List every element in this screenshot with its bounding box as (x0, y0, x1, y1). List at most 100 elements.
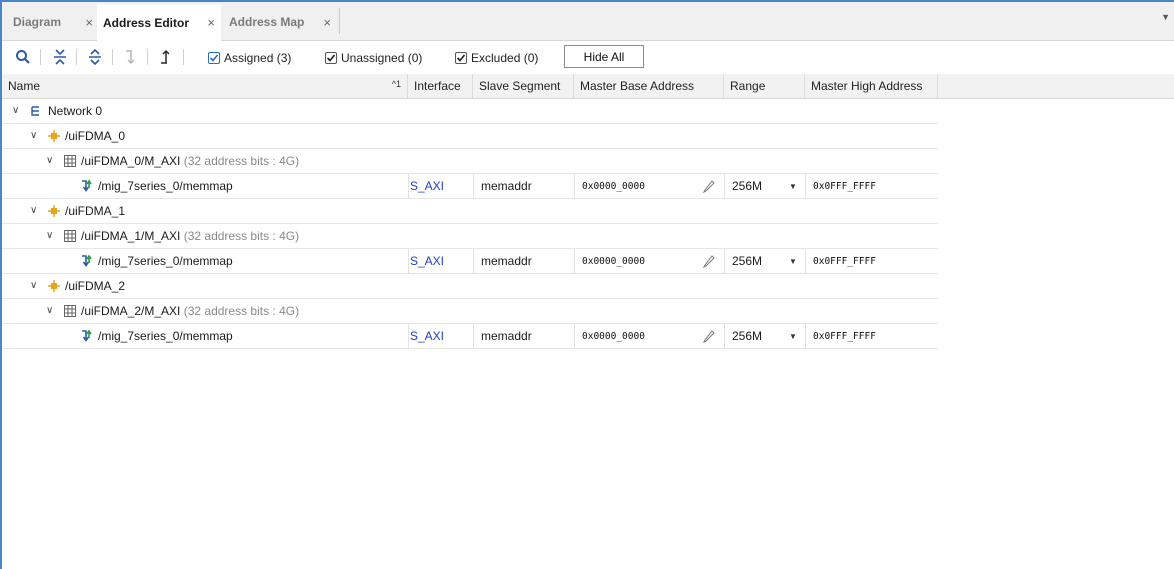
range-value[interactable]: 256M (732, 174, 762, 198)
chevron-down-icon[interactable]: ∨ (46, 305, 53, 316)
segment-icon (82, 254, 92, 267)
range-dropdown-icon[interactable]: ▼ (789, 174, 797, 198)
column-range[interactable]: Range (724, 74, 805, 98)
filter-excluded[interactable]: Excluded (0) (455, 50, 538, 66)
filter-unassigned[interactable]: Unassigned (0) (325, 50, 422, 66)
address-space-name: /uiFDMA_1/M_AXI (81, 229, 181, 243)
range-value[interactable]: 256M (732, 324, 762, 348)
master-base-address[interactable]: 0x0000_0000 (582, 174, 645, 198)
ip-block-icon (48, 130, 60, 142)
tree-row-master[interactable]: ∨ /uiFDMA_2 (2, 274, 938, 299)
address-editor-window: Diagram × Address Editor × Address Map ×… (0, 0, 1174, 569)
address-space-label: /uiFDMA_1/M_AXI (32 address bits : 4G) (81, 224, 299, 248)
checkbox-checked-icon[interactable] (208, 52, 220, 64)
move-down-button[interactable] (120, 47, 140, 67)
filter-assigned-label: Assigned (3) (224, 51, 292, 65)
toolbar-separator (183, 49, 184, 65)
column-master-base-address[interactable]: Master Base Address (574, 74, 724, 98)
chevron-down-icon[interactable]: ∨ (12, 105, 19, 116)
master-name: /uiFDMA_2 (65, 279, 126, 293)
chevron-down-icon[interactable]: ∨ (46, 155, 53, 166)
interface-link[interactable]: S_AXI (410, 324, 444, 348)
address-space-name: /uiFDMA_0/M_AXI (81, 154, 181, 168)
tree-row-network[interactable]: ∨ Network 0 (2, 99, 938, 124)
filter-unassigned-label: Unassigned (0) (341, 51, 423, 65)
column-slave-segment[interactable]: Slave Segment (473, 74, 574, 98)
segment-name: /mig_7series_0/memmap (98, 329, 233, 343)
column-divider (408, 324, 409, 348)
column-slave-segment-label: Slave Segment (479, 79, 561, 93)
column-divider (574, 174, 575, 198)
column-name[interactable]: Name ^1 (2, 74, 408, 98)
interface-link[interactable]: S_AXI (410, 249, 444, 273)
master-high-address: 0x0FFF_FFFF (813, 255, 876, 267)
toolbar-separator (112, 49, 113, 65)
column-interface[interactable]: Interface (408, 74, 473, 98)
segment-name: /mig_7series_0/memmap (98, 254, 233, 268)
checkbox-checked-icon[interactable] (325, 52, 337, 64)
tree-row-segment[interactable]: /mig_7series_0/memmap S_AXI memaddr 0x00… (2, 249, 938, 274)
range-dropdown-icon[interactable]: ▼ (789, 249, 797, 273)
address-space-info: (32 address bits : 4G) (183, 304, 300, 318)
chevron-down-icon[interactable]: ∨ (30, 130, 37, 141)
chevron-down-icon[interactable]: ∨ (30, 280, 37, 291)
collapse-all-icon (54, 49, 66, 65)
range-value[interactable]: 256M (732, 249, 762, 273)
tree-row-address-space[interactable]: ∨ /uiFDMA_0/M_AXI (32 address bits : 4G) (2, 149, 938, 174)
collapse-all-button[interactable] (50, 47, 70, 67)
tab-diagram[interactable]: Diagram × (7, 4, 99, 40)
tree-row-address-space[interactable]: ∨ /uiFDMA_2/M_AXI (32 address bits : 4G) (2, 299, 938, 324)
tab-menu-icon[interactable]: ▼ (1161, 12, 1170, 22)
chevron-down-icon[interactable]: ∨ (46, 230, 53, 241)
tab-address-map[interactable]: Address Map × (223, 4, 337, 40)
expand-all-button[interactable] (85, 47, 105, 67)
tree-row-master[interactable]: ∨ /uiFDMA_0 (2, 124, 938, 149)
pencil-icon[interactable] (702, 329, 716, 343)
column-divider (473, 324, 474, 348)
move-up-button[interactable] (155, 47, 175, 67)
search-button[interactable] (13, 47, 33, 67)
tab-address-editor[interactable]: Address Editor × (97, 4, 221, 41)
toolbar-separator (76, 49, 77, 65)
tree-row-segment[interactable]: /mig_7series_0/memmap S_AXI memaddr 0x00… (2, 324, 938, 349)
address-space-info: (32 address bits : 4G) (183, 229, 300, 243)
column-divider (724, 249, 725, 273)
toolbar-separator (40, 49, 41, 65)
checkbox-checked-icon[interactable] (455, 52, 467, 64)
tab-address-editor-label: Address Editor (103, 15, 190, 30)
column-master-base-address-label: Master Base Address (580, 79, 695, 93)
hide-all-button[interactable]: Hide All (564, 45, 644, 68)
interface-link[interactable]: S_AXI (410, 174, 444, 198)
ip-block-icon (48, 205, 60, 217)
tab-address-map-close-icon[interactable]: × (323, 15, 331, 30)
segment-icon (82, 179, 92, 192)
arrow-down-icon (126, 50, 135, 65)
tab-separator (339, 8, 340, 34)
range-dropdown-icon[interactable]: ▼ (789, 324, 797, 348)
pencil-icon[interactable] (702, 179, 716, 193)
address-space-icon (64, 230, 76, 242)
tree-row-segment[interactable]: /mig_7series_0/memmap S_AXI memaddr 0x00… (2, 174, 938, 199)
chevron-down-icon[interactable]: ∨ (30, 205, 37, 216)
slave-segment: memaddr (481, 329, 532, 343)
ip-block-icon (48, 280, 60, 292)
filter-excluded-label: Excluded (0) (471, 51, 539, 65)
master-base-address[interactable]: 0x0000_0000 (582, 249, 645, 273)
column-divider (805, 324, 806, 348)
column-divider (574, 249, 575, 273)
tab-address-editor-close-icon[interactable]: × (207, 15, 215, 30)
address-space-info: (32 address bits : 4G) (183, 154, 300, 168)
column-master-high-address[interactable]: Master High Address (805, 74, 938, 98)
tab-bar: Diagram × Address Editor × Address Map ×… (2, 2, 1174, 41)
toolbar-separator (147, 49, 148, 65)
filter-assigned[interactable]: Assigned (3) (208, 50, 291, 66)
pencil-icon[interactable] (702, 254, 716, 268)
column-range-label: Range (730, 79, 766, 93)
master-base-address[interactable]: 0x0000_0000 (582, 324, 645, 348)
column-divider (805, 249, 806, 273)
tree-row-address-space[interactable]: ∨ /uiFDMA_1/M_AXI (32 address bits : 4G) (2, 224, 938, 249)
tab-diagram-close-icon[interactable]: × (85, 15, 93, 30)
network-name: Network 0 (48, 104, 103, 118)
column-interface-label: Interface (414, 79, 461, 93)
tree-row-master[interactable]: ∨ /uiFDMA_1 (2, 199, 938, 224)
